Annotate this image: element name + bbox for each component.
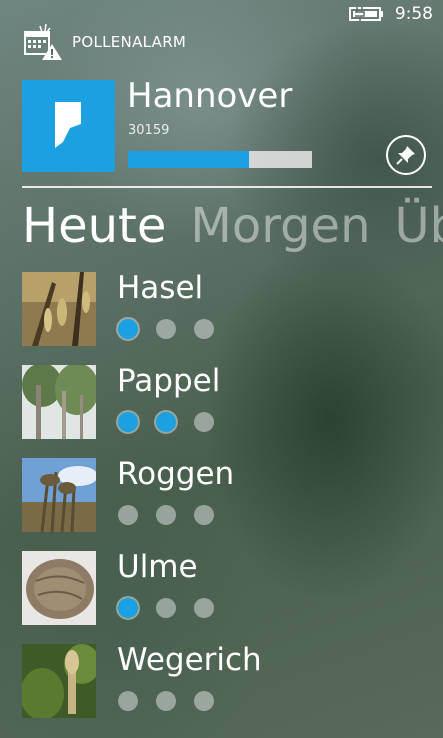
poplar-thumbnail (22, 365, 96, 439)
level-dot (194, 691, 214, 711)
pollen-level-dots (118, 505, 214, 525)
level-dot (156, 505, 176, 525)
plant-name: Pappel (117, 363, 221, 399)
level-dot (156, 598, 176, 618)
rye-thumbnail (22, 458, 96, 532)
tab-day-after[interactable]: Üb (395, 198, 443, 254)
level-dot (194, 505, 214, 525)
city-crest-icon (55, 102, 81, 148)
level-dot (194, 319, 214, 339)
list-item-wegerich[interactable]: Wegerich (22, 642, 442, 737)
level-dot (118, 319, 138, 339)
pivot-tabs: Heute Morgen Üb (22, 198, 443, 254)
calendar-warning-icon (24, 23, 62, 60)
plant-name: Ulme (117, 549, 198, 585)
app-header: POLLENALARM (20, 22, 186, 62)
pollen-level-dots (118, 598, 214, 618)
tab-today[interactable]: Heute (22, 198, 166, 254)
plant-name: Wegerich (117, 642, 262, 678)
pollen-level-dots (118, 691, 214, 711)
level-dot (156, 412, 176, 432)
pollen-level-dots (118, 319, 214, 339)
pin-button[interactable] (386, 135, 426, 175)
plant-list: Hasel Pappel Roggen Ulme Wegerich (22, 270, 442, 737)
level-dot (118, 598, 138, 618)
pin-icon (396, 146, 415, 165)
level-dot (156, 319, 176, 339)
status-time: 9:58 (394, 4, 433, 24)
pollen-level-bar (128, 151, 312, 168)
divider (22, 186, 432, 188)
plant-name: Hasel (117, 270, 204, 306)
city-tile[interactable] (22, 80, 115, 172)
hazel-thumbnail (22, 272, 96, 346)
city-name[interactable]: Hannover (127, 76, 292, 116)
battery-charging-icon (348, 7, 383, 21)
plantain-thumbnail (22, 644, 96, 718)
list-item-hasel[interactable]: Hasel (22, 270, 442, 365)
list-item-pappel[interactable]: Pappel (22, 363, 442, 458)
elm-thumbnail (22, 551, 96, 625)
level-dot (194, 598, 214, 618)
plant-name: Roggen (117, 456, 235, 492)
city-zip: 30159 (128, 123, 170, 138)
level-dot (194, 412, 214, 432)
level-dot (118, 691, 138, 711)
pollen-level-fill (128, 151, 250, 168)
level-dot (118, 412, 138, 432)
pollen-level-dots (118, 412, 214, 432)
tab-tomorrow[interactable]: Morgen (190, 198, 370, 254)
app-title: POLLENALARM (72, 33, 187, 51)
status-bar: 9:58 (348, 0, 443, 28)
list-item-ulme[interactable]: Ulme (22, 549, 442, 644)
list-item-roggen[interactable]: Roggen (22, 456, 442, 551)
level-dot (156, 691, 176, 711)
level-dot (118, 505, 138, 525)
